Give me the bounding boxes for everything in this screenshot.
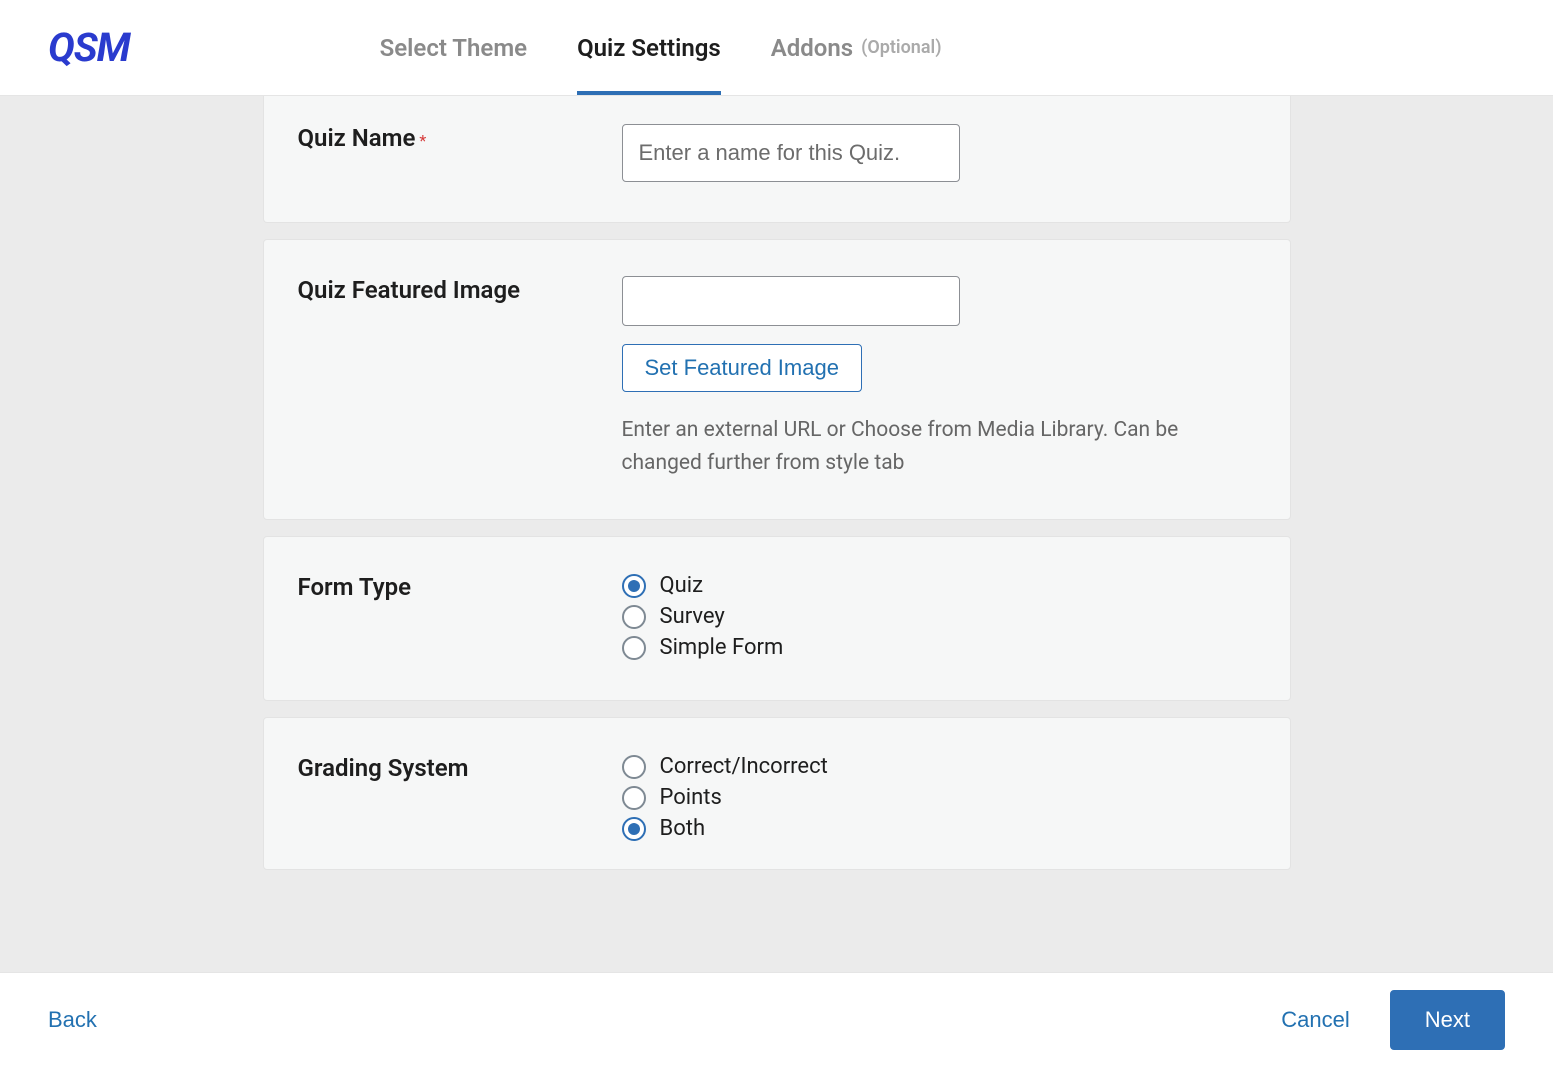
form-type-label: Form Type [298,573,412,601]
grading-system-label: Grading System [298,754,469,782]
grading-system-radio-group: Correct/Incorrect Points Both [622,754,1256,841]
content-area: Quiz Name* Quiz Featured Image Set Featu… [0,96,1553,972]
featured-image-help: Enter an external URL or Choose from Med… [622,414,1256,479]
grading-option-both[interactable]: Both [622,816,1256,841]
footer: Back Cancel Next [0,972,1553,1066]
radio-label: Survey [660,604,725,629]
radio-label: Quiz [660,573,704,598]
featured-image-input[interactable] [622,276,960,326]
form-type-option-simple-form[interactable]: Simple Form [622,635,1256,660]
tab-quiz-settings[interactable]: Quiz Settings [577,0,721,95]
card-form-type: Form Type Quiz Survey Simple Form [263,536,1291,701]
set-featured-image-button[interactable]: Set Featured Image [622,344,862,392]
grading-option-points[interactable]: Points [622,785,1256,810]
radio-label: Correct/Incorrect [660,754,828,779]
header: QSM Select Theme Quiz Settings Addons (O… [0,0,1553,96]
radio-label: Simple Form [660,635,784,660]
required-asterisk: * [419,131,426,150]
form-type-radio-group: Quiz Survey Simple Form [622,573,1256,660]
back-button[interactable]: Back [48,1007,97,1033]
card-featured-image: Quiz Featured Image Set Featured Image E… [263,239,1291,520]
quiz-name-input[interactable] [622,124,960,182]
card-quiz-name: Quiz Name* [263,96,1291,223]
radio-icon [622,605,646,629]
tab-addons-optional: (Optional) [861,37,941,58]
radio-icon [622,574,646,598]
radio-icon [622,786,646,810]
quiz-name-label: Quiz Name [298,124,416,152]
next-button[interactable]: Next [1390,990,1505,1050]
form-type-option-quiz[interactable]: Quiz [622,573,1256,598]
wizard-tabs: Select Theme Quiz Settings Addons (Optio… [380,0,942,95]
card-grading-system: Grading System Correct/Incorrect Points … [263,717,1291,870]
grading-option-correct-incorrect[interactable]: Correct/Incorrect [622,754,1256,779]
featured-image-label: Quiz Featured Image [298,276,521,304]
form-type-option-survey[interactable]: Survey [622,604,1256,629]
radio-icon [622,817,646,841]
radio-label: Points [660,785,722,810]
radio-icon [622,755,646,779]
tab-addons[interactable]: Addons (Optional) [771,0,942,95]
radio-icon [622,636,646,660]
cancel-button[interactable]: Cancel [1281,1007,1349,1033]
tab-select-theme[interactable]: Select Theme [380,0,528,95]
tab-addons-label: Addons [771,34,853,62]
radio-label: Both [660,816,706,841]
logo: QSM [48,24,130,71]
